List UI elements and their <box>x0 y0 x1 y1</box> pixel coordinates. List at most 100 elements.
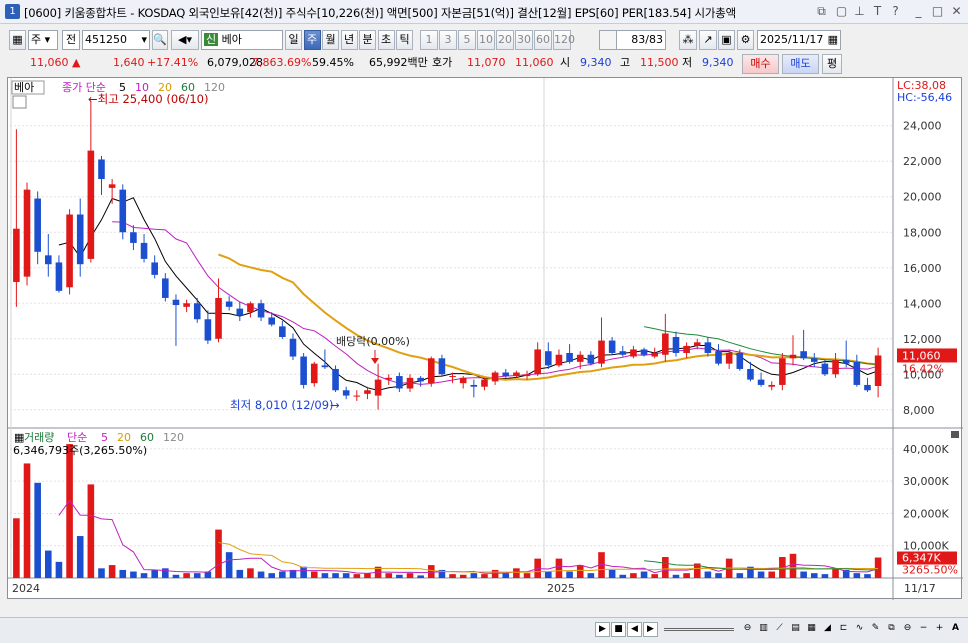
close-icon[interactable]: ✕ <box>950 5 963 18</box>
volume-bar <box>108 565 116 578</box>
candle-body <box>279 326 286 338</box>
calendar-icon[interactable]: ▦ <box>828 31 838 49</box>
candle-body <box>364 390 371 394</box>
volume-bar <box>396 574 403 578</box>
area-icon[interactable]: ◢ <box>820 622 835 637</box>
data-count[interactable]: 83/83 <box>616 30 666 50</box>
timeframe-6[interactable]: 틱 <box>396 30 413 50</box>
volume-bar <box>608 569 616 578</box>
date-value: 2025/11/17 <box>760 33 824 46</box>
volume-bar <box>449 574 456 578</box>
timeframe-0[interactable]: 일 <box>285 30 302 50</box>
period-select[interactable]: 주 ▾ <box>28 30 58 50</box>
grid-menu-icon[interactable]: ▦ <box>9 30 26 50</box>
candle-body <box>215 297 222 339</box>
timeframe-4[interactable]: 분 <box>359 30 376 50</box>
save-icon[interactable]: ▣ <box>718 30 735 50</box>
price-tick-label: 24,000 <box>903 120 942 133</box>
edit-icon[interactable]: ✎ <box>868 622 883 637</box>
stock-code-input[interactable]: 451250 ▾ <box>82 30 150 50</box>
buy-button[interactable]: 매수 <box>742 54 779 74</box>
volume-bar <box>417 575 424 578</box>
volume-bar <box>704 571 712 578</box>
low-label: 저 <box>682 56 693 69</box>
candle-body <box>23 189 31 277</box>
sell-button[interactable]: 매도 <box>782 54 819 74</box>
candle-body <box>332 368 339 391</box>
interval-20[interactable]: 20 <box>496 30 514 50</box>
bar-icon[interactable]: ▤ <box>788 622 803 637</box>
window-restore-icon[interactable]: ⧉ <box>815 5 828 18</box>
period-unit[interactable]: 전 <box>62 30 80 50</box>
interval-10[interactable]: 10 <box>477 30 495 50</box>
minus-icon[interactable]: − <box>916 622 931 637</box>
ask-price: 11,070 <box>467 56 506 69</box>
candle-body <box>374 379 382 396</box>
chart-area[interactable]: 24,000 22,000 20,000 18,000 16,000 14,000 12,0… <box>7 77 963 600</box>
volume-bar <box>651 574 658 578</box>
candle-body <box>725 352 733 364</box>
interval-120[interactable]: 120 <box>553 30 575 50</box>
avg-button[interactable]: 평 <box>822 54 842 74</box>
window-copy-icon[interactable]: ▢ <box>835 5 848 18</box>
volume-bar <box>268 573 276 578</box>
minimize-icon[interactable]: _ <box>912 5 925 18</box>
auto-scale-icon[interactable]: A <box>948 622 963 637</box>
candle-body <box>651 352 658 357</box>
candle-body <box>76 214 84 265</box>
volume-bar <box>353 574 361 578</box>
indicator-icon[interactable]: ⁂ <box>679 30 697 50</box>
draw-tool-icon[interactable]: ↗ <box>699 30 717 50</box>
price-tick-label: 20,000 <box>903 191 942 204</box>
scroll-slider[interactable] <box>664 628 734 631</box>
pin-icon[interactable]: ⊥ <box>853 5 866 18</box>
prev-icon[interactable]: ◀ <box>627 622 642 637</box>
maximize-icon[interactable]: □ <box>931 5 944 18</box>
candle-body <box>449 376 456 378</box>
step-icon[interactable]: ⊏ <box>836 622 851 637</box>
timeframe-5[interactable]: 초 <box>377 30 395 50</box>
candle-body <box>842 360 850 364</box>
multi-chart-icon[interactable]: ⧉ <box>884 622 899 637</box>
next-icon[interactable]: ▶ <box>643 622 658 637</box>
volume-bar <box>45 550 52 578</box>
volume-pct-tag: 3265.50% <box>902 564 958 577</box>
speaker-icon[interactable]: ◀▾ <box>171 30 199 50</box>
volume-bar <box>545 571 552 578</box>
interval-5[interactable]: 5 <box>458 30 476 50</box>
font-icon[interactable]: T <box>871 5 884 18</box>
volume-bar <box>87 484 95 578</box>
price-legend-name: 베아 <box>14 81 34 94</box>
candle-body <box>779 358 786 385</box>
interval-30[interactable]: 30 <box>515 30 533 50</box>
line-icon[interactable]: ⟋ <box>772 622 787 637</box>
bars-icon[interactable]: ▦ <box>804 622 819 637</box>
chart-type-icon[interactable]: ▥ <box>756 622 771 637</box>
date-input[interactable]: 2025/11/17 ▦ <box>757 30 841 50</box>
volume-bar <box>715 573 722 578</box>
wave-icon[interactable]: ∿ <box>852 622 867 637</box>
play-icon[interactable]: ▶ <box>595 622 610 637</box>
stock-name-field[interactable]: 신 베아 <box>201 30 283 50</box>
interval-1[interactable]: 1 <box>420 30 438 50</box>
help-icon[interactable]: ? <box>889 5 902 18</box>
timeframe-3[interactable]: 년 <box>340 30 358 50</box>
stock-name: 베아 <box>221 33 242 46</box>
volume-bar <box>459 574 467 578</box>
candle-body <box>481 379 488 387</box>
xaxis-label-2025: 2025 <box>547 582 575 595</box>
plus-icon[interactable]: + <box>932 622 947 637</box>
timeframe-2[interactable]: 월 <box>322 30 339 50</box>
search-icon[interactable]: 🔍 <box>152 30 168 50</box>
interval-60[interactable]: 60 <box>534 30 552 50</box>
candle-body <box>300 356 307 385</box>
zoom-out-icon[interactable]: ⊖ <box>740 622 755 637</box>
stop-icon[interactable]: ■ <box>611 622 626 637</box>
zoom-reset-icon[interactable]: ⊖ <box>900 622 915 637</box>
candle-body <box>523 374 531 377</box>
candle-body <box>183 303 190 307</box>
interval-3[interactable]: 3 <box>439 30 457 50</box>
timeframe-1[interactable]: 주 <box>303 30 321 50</box>
candle-body <box>502 372 510 377</box>
gear-icon[interactable]: ⚙ <box>737 30 754 50</box>
